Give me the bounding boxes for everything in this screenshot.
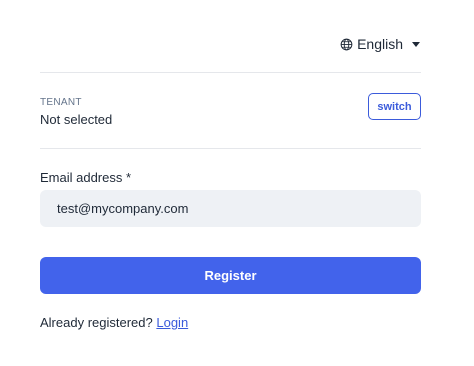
register-button[interactable]: Register: [40, 257, 421, 294]
tenant-label: TENANT: [40, 97, 82, 108]
login-link[interactable]: Login: [156, 315, 188, 330]
language-selector[interactable]: English: [340, 36, 420, 52]
globe-icon: [340, 38, 353, 50]
login-prompt-text: Already registered?: [40, 315, 153, 330]
caret-down-icon: [412, 42, 420, 47]
email-label: Email address *: [40, 170, 132, 185]
email-field[interactable]: [40, 190, 421, 227]
divider: [40, 148, 421, 149]
tenant-value: Not selected: [40, 112, 113, 127]
switch-tenant-button[interactable]: switch: [368, 93, 421, 120]
divider: [40, 72, 421, 73]
language-label: English: [357, 36, 403, 52]
login-prompt: Already registered? Login: [40, 315, 188, 330]
